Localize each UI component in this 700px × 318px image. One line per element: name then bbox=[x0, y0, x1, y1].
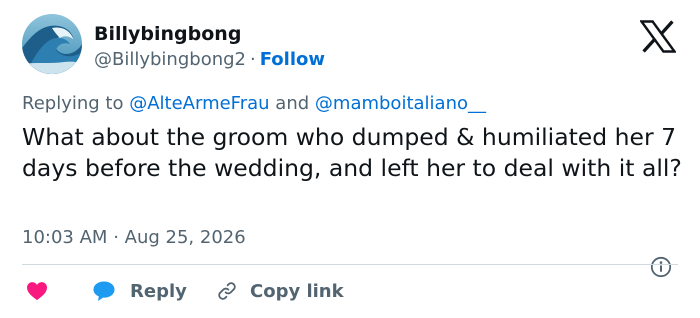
separator-dot: · bbox=[113, 227, 119, 248]
avatar[interactable] bbox=[22, 14, 82, 74]
mention-link[interactable]: @AlteArmeFrau bbox=[129, 93, 269, 114]
wave-avatar-image bbox=[22, 14, 82, 74]
copy-link-label: Copy link bbox=[250, 280, 344, 302]
tweet-time: 10:03 AM bbox=[22, 227, 108, 248]
heart-icon bbox=[27, 282, 47, 301]
author-handle-row: @Billybingbong2 · Follow bbox=[94, 48, 325, 72]
tweet-date: Aug 25, 2026 bbox=[124, 227, 246, 248]
like-button[interactable] bbox=[26, 276, 48, 306]
replying-to: Replying to @AlteArmeFrau and @mamboital… bbox=[22, 92, 486, 116]
reply-button[interactable]: Reply bbox=[92, 276, 187, 306]
reply-label: Reply bbox=[130, 280, 187, 302]
x-logo-icon[interactable] bbox=[640, 20, 676, 53]
link-icon bbox=[218, 282, 236, 300]
separator-dot: · bbox=[250, 49, 256, 70]
replying-conjunction: and bbox=[275, 93, 310, 114]
copy-link-button[interactable]: Copy link bbox=[216, 276, 344, 306]
mention-link[interactable]: @mamboitaliano__ bbox=[315, 93, 486, 114]
tweet-text: What about the groom who dumped & humili… bbox=[22, 123, 682, 182]
action-bar: Reply Copy link bbox=[22, 276, 678, 306]
speech-bubble-icon bbox=[93, 281, 115, 301]
divider bbox=[22, 264, 678, 265]
replying-prefix: Replying to bbox=[22, 93, 124, 114]
tweet-timestamp[interactable]: 10:03 AM · Aug 25, 2026 bbox=[22, 226, 246, 250]
author-handle[interactable]: @Billybingbong2 bbox=[94, 49, 246, 70]
tweet-card: Billybingbong @Billybingbong2 · Follow Rep… bbox=[0, 0, 700, 318]
author-display-name[interactable]: Billybingbong bbox=[94, 22, 241, 46]
info-icon[interactable] bbox=[650, 256, 672, 278]
follow-button[interactable]: Follow bbox=[260, 49, 325, 70]
